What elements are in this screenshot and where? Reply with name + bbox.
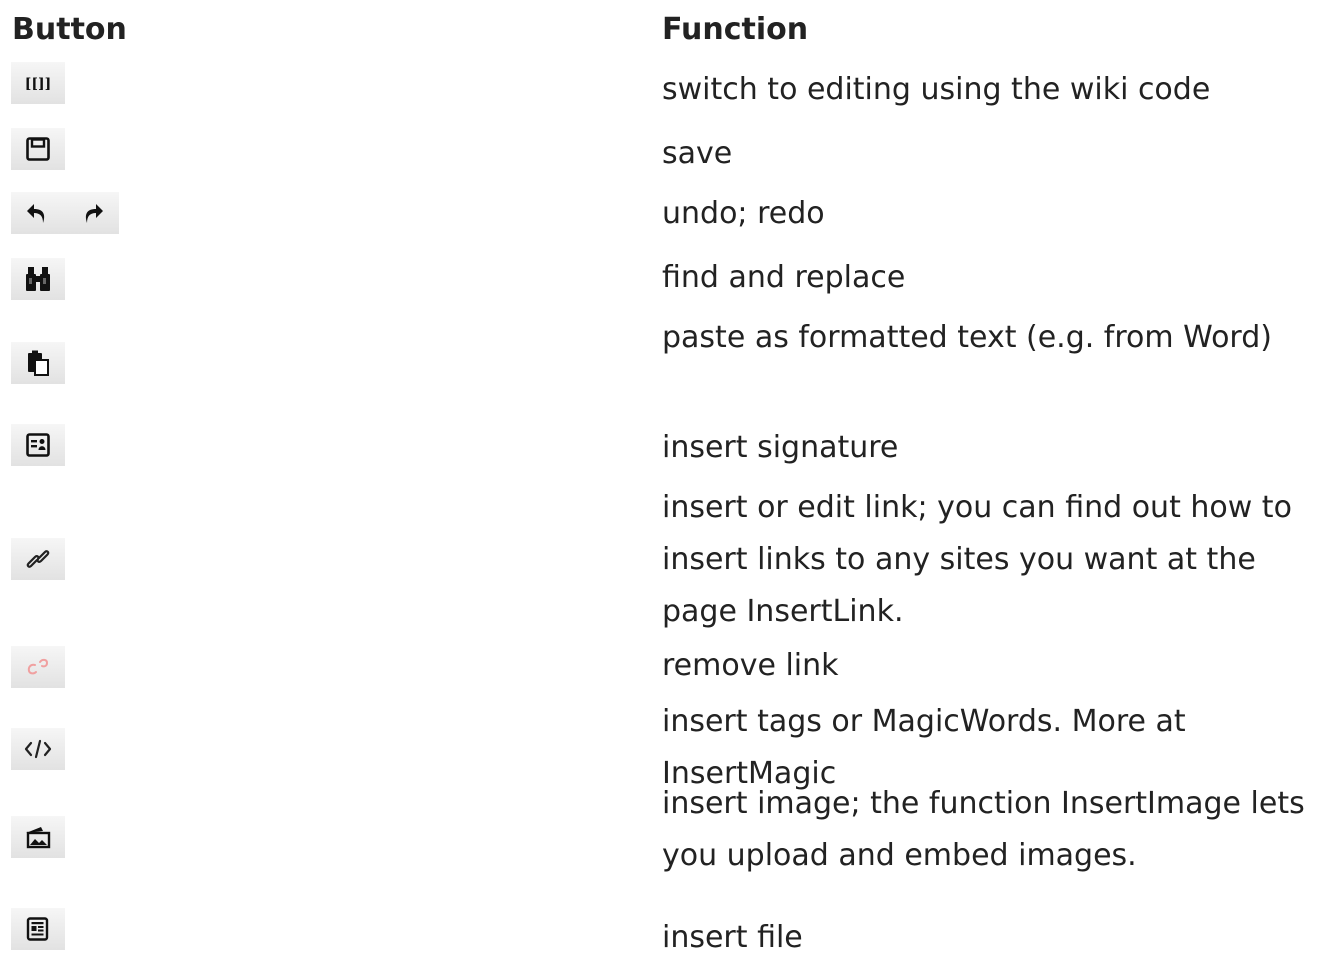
redo-button[interactable]	[65, 192, 119, 234]
insert-signature-button[interactable]	[11, 424, 65, 466]
function-text: undo; redo	[662, 196, 825, 231]
undo-icon	[25, 201, 51, 225]
unlink-icon	[25, 656, 51, 678]
button-cell	[11, 816, 65, 858]
wiki-code-button[interactable]: [[]]	[11, 62, 65, 104]
binoculars-icon	[24, 266, 52, 292]
insert-tags-button[interactable]	[11, 728, 65, 770]
button-cell	[11, 538, 65, 580]
button-cell	[11, 908, 65, 950]
function-text: insert file	[662, 920, 803, 955]
function-text: paste as formatted text (e.g. from Word)	[662, 320, 1272, 355]
remove-link-button[interactable]	[11, 646, 65, 688]
find-replace-button[interactable]	[11, 258, 65, 300]
insert-link-button[interactable]	[11, 538, 65, 580]
function-text: insert or edit link; you can find out ho…	[662, 490, 1292, 629]
insert-file-button[interactable]	[11, 908, 65, 950]
function-text: switch to editing using the wiki code	[662, 72, 1211, 107]
function-text: insert signature	[662, 430, 899, 465]
insert-image-button[interactable]	[11, 816, 65, 858]
function-text: insert image; the function InsertImage l…	[662, 786, 1305, 873]
save-button[interactable]	[11, 128, 65, 170]
svg-text:[[]]: [[]]	[25, 76, 52, 91]
button-cell	[11, 424, 65, 466]
floppy-disk-icon	[26, 137, 50, 161]
function-text: remove link	[662, 648, 839, 683]
button-cell: [[]]	[11, 62, 65, 104]
button-cell	[11, 128, 65, 170]
function-text: find and replace	[662, 260, 906, 295]
undo-button[interactable]	[11, 192, 65, 234]
button-cell	[11, 728, 65, 770]
column-header-button: Button	[12, 12, 127, 47]
signature-icon	[26, 433, 50, 457]
redo-icon	[79, 201, 105, 225]
code-tags-icon	[23, 738, 53, 760]
button-cell	[11, 646, 65, 688]
paste-formatted-button[interactable]	[11, 342, 65, 384]
paste-formatted-icon	[26, 350, 50, 376]
link-icon	[25, 546, 51, 572]
wiki-code-icon: [[]]	[23, 75, 53, 91]
button-cell	[11, 342, 65, 384]
file-icon	[26, 917, 50, 941]
image-icon	[24, 825, 52, 849]
function-text: save	[662, 136, 733, 171]
button-cell	[11, 192, 119, 234]
button-cell	[11, 258, 65, 300]
column-header-function: Function	[662, 12, 809, 47]
